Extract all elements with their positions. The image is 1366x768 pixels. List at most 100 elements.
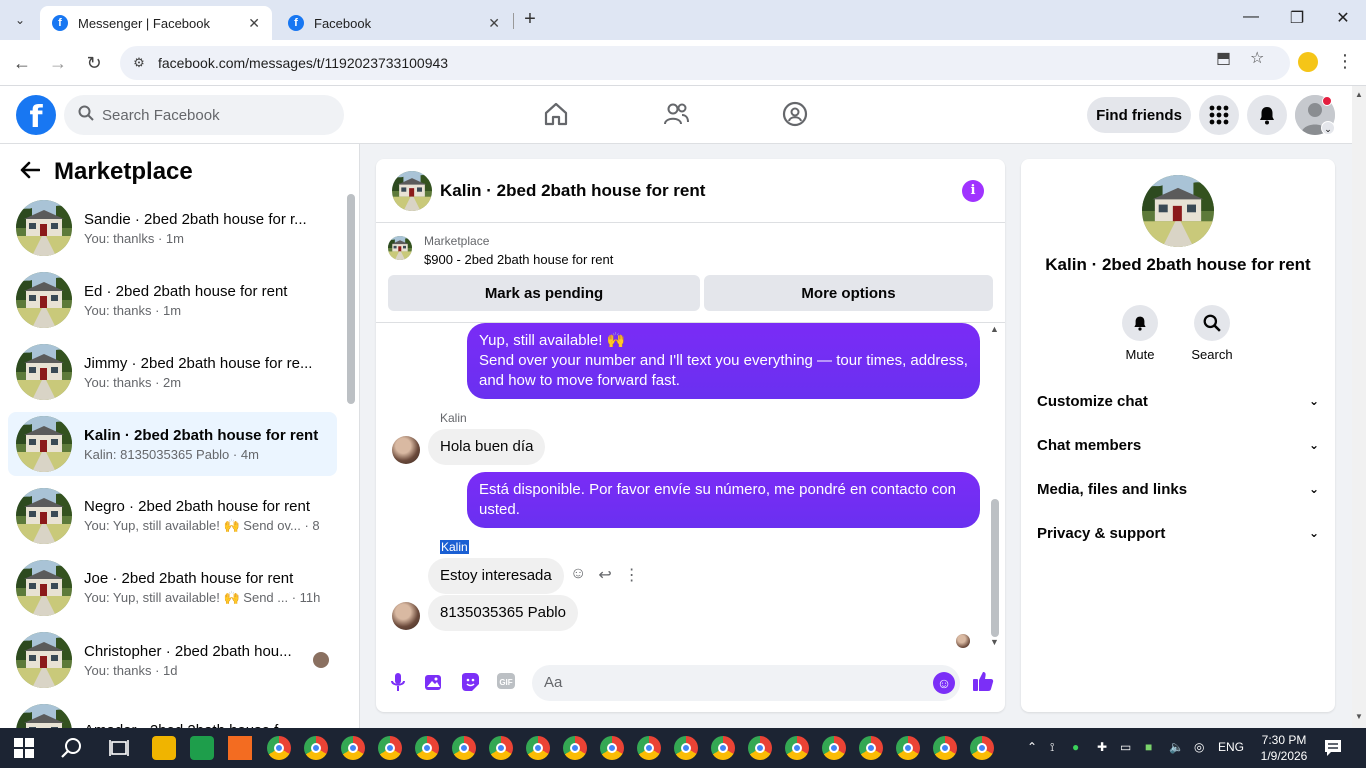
page-scrollbar[interactable]: ▲ ▼ <box>1352 86 1366 728</box>
kalin-avatar[interactable] <box>392 436 420 464</box>
media-files-links-row[interactable]: Media, files and links ⌄ <box>1037 469 1319 509</box>
windows-start-icon[interactable] <box>14 738 34 758</box>
minimize-icon[interactable]: — <box>1236 8 1266 26</box>
notifications-bell-icon[interactable] <box>1247 95 1287 135</box>
chrome-window-icon[interactable] <box>674 736 698 760</box>
volume-icon[interactable]: 🔈 <box>1169 740 1184 754</box>
chrome-window-icon[interactable] <box>600 736 624 760</box>
network-icon[interactable]: ⟟ <box>1050 740 1054 755</box>
chrome-window-icon[interactable] <box>637 736 661 760</box>
chat-scrollbar[interactable] <box>991 499 999 637</box>
back-icon[interactable]: ← <box>11 52 33 74</box>
restore-icon[interactable]: ❐ <box>1282 8 1312 28</box>
chrome-window-icon[interactable] <box>341 736 365 760</box>
chrome-window-icon[interactable] <box>415 736 439 760</box>
react-smiley-icon[interactable]: ☺ <box>570 565 586 585</box>
facebook-logo-icon[interactable]: f <box>16 95 56 135</box>
thumbs-up-like-icon[interactable] <box>972 670 994 698</box>
listing-thumbnail-small[interactable] <box>388 236 412 260</box>
conversation-item[interactable]: Ed · 2bed 2bath house for rent You: thank… <box>8 268 337 332</box>
chrome-window-icon[interactable] <box>933 736 957 760</box>
message-incoming[interactable]: Hola buen día <box>428 429 546 465</box>
listing-price-title[interactable]: $900 - 2bed 2bath house for rent <box>424 252 613 267</box>
sidebar-scrollbar[interactable] <box>347 194 355 404</box>
chrome-window-icon[interactable] <box>859 736 883 760</box>
tab-close-icon[interactable]: ✕ <box>248 15 260 32</box>
search-input[interactable]: Search Facebook <box>64 95 344 135</box>
scroll-up-arrow-icon[interactable]: ▲ <box>1355 90 1363 99</box>
friends-icon[interactable] <box>662 100 690 128</box>
extension-icon[interactable] <box>1298 52 1318 72</box>
vlc-icon[interactable] <box>228 736 252 760</box>
reply-icon[interactable]: ↩ <box>598 565 611 585</box>
new-tab-button[interactable]: + <box>520 8 540 31</box>
more-actions-icon[interactable]: ⋮ <box>624 565 640 585</box>
find-friends-button[interactable]: Find friends <box>1087 97 1191 133</box>
message-incoming[interactable]: 8135035365 Pablo <box>428 595 578 631</box>
show-hidden-icons[interactable]: ⌃ <box>1027 740 1037 754</box>
chrome-window-icon[interactable] <box>304 736 328 760</box>
chrome-window-icon[interactable] <box>896 736 920 760</box>
app-icon[interactable] <box>190 736 214 760</box>
listing-thumbnail[interactable] <box>392 170 432 211</box>
scroll-down-arrow-icon[interactable]: ▼ <box>1355 712 1363 721</box>
chrome-window-icon[interactable] <box>489 736 513 760</box>
forward-icon[interactable]: → <box>47 52 69 74</box>
browser-menu-icon[interactable]: ⋮ <box>1336 51 1354 72</box>
scroll-down-arrow-icon[interactable]: ▼ <box>990 637 999 647</box>
info-icon[interactable]: i <box>962 180 984 202</box>
tray-app-icon[interactable]: ■ <box>1145 740 1152 754</box>
chrome-window-icon[interactable] <box>563 736 587 760</box>
customize-chat-row[interactable]: Customize chat ⌄ <box>1037 381 1319 421</box>
emoji-icon[interactable]: ☺ <box>933 672 955 694</box>
clock[interactable]: 7:30 PM 1/9/2026 <box>1256 732 1312 764</box>
file-explorer-icon[interactable] <box>152 736 176 760</box>
tab-messenger[interactable]: f Messenger | Facebook ✕ <box>40 6 272 40</box>
conversation-item[interactable]: Jimmy · 2bed 2bath house for re... You: t… <box>8 340 337 404</box>
language-indicator[interactable]: ENG <box>1218 740 1244 754</box>
microphone-icon[interactable] <box>387 672 409 694</box>
search-in-chat-button[interactable]: Search <box>1182 305 1242 362</box>
message-input[interactable]: Aa <box>532 665 960 701</box>
tray-app-icon[interactable]: ◎ <box>1194 740 1204 754</box>
chat-members-row[interactable]: Chat members ⌄ <box>1037 425 1319 465</box>
sticker-icon[interactable] <box>459 672 481 694</box>
chrome-window-icon[interactable] <box>748 736 772 760</box>
tab-search-chevron-icon[interactable]: ⌄ <box>8 8 32 32</box>
photo-icon[interactable] <box>423 672 445 694</box>
message-incoming[interactable]: Estoy interesada <box>428 558 564 594</box>
message-outgoing[interactable]: Está disponible. Por favor envíe su núme… <box>467 472 980 528</box>
listing-photo-large[interactable] <box>1142 175 1214 247</box>
bookmark-star-icon[interactable]: ☆ <box>1250 48 1264 68</box>
conversation-item[interactable]: Kalin · 2bed 2bath house for rent Kalin: … <box>8 412 337 476</box>
chat-title[interactable]: Kalin · 2bed 2bath house for rent <box>440 181 705 201</box>
conversation-item[interactable]: Amador · 2bed 2bath house f... <box>8 700 337 728</box>
back-arrow-icon[interactable] <box>20 159 41 185</box>
url-field[interactable]: ⚙ facebook.com/messages/t/11920237331009… <box>120 46 1290 80</box>
mark-as-pending-button[interactable]: Mark as pending <box>388 275 700 311</box>
more-options-button[interactable]: More options <box>704 275 993 311</box>
kalin-avatar[interactable] <box>392 602 420 630</box>
conversation-item[interactable]: Sandie · 2bed 2bath house for r... You: t… <box>8 196 337 260</box>
taskbar-search-icon[interactable] <box>61 737 83 759</box>
chrome-window-icon[interactable] <box>267 736 291 760</box>
tab-close-icon[interactable]: ✕ <box>488 15 500 32</box>
close-window-icon[interactable]: ✕ <box>1328 8 1358 28</box>
scroll-up-arrow-icon[interactable]: ▲ <box>990 324 999 334</box>
home-icon[interactable] <box>542 100 570 128</box>
conversation-item[interactable]: Negro · 2bed 2bath house for rent You: Yu… <box>8 484 337 548</box>
site-info-icon[interactable]: ⚙ <box>124 55 154 71</box>
battery-icon[interactable]: ▭ <box>1120 740 1131 754</box>
install-app-icon[interactable]: ⬒ <box>1216 48 1231 68</box>
conversation-item[interactable]: Christopher · 2bed 2bath hou... You: than… <box>8 628 337 692</box>
chrome-window-icon[interactable] <box>970 736 994 760</box>
menu-grid-icon[interactable] <box>1199 95 1239 135</box>
tray-app-icon[interactable]: ● <box>1072 740 1079 754</box>
tray-app-icon[interactable]: ✚ <box>1097 740 1107 754</box>
chrome-window-icon[interactable] <box>526 736 550 760</box>
chrome-window-icon[interactable] <box>378 736 402 760</box>
chrome-window-icon[interactable] <box>785 736 809 760</box>
notification-center-icon[interactable] <box>1324 739 1342 757</box>
privacy-support-row[interactable]: Privacy & support ⌄ <box>1037 513 1319 553</box>
chrome-window-icon[interactable] <box>711 736 735 760</box>
